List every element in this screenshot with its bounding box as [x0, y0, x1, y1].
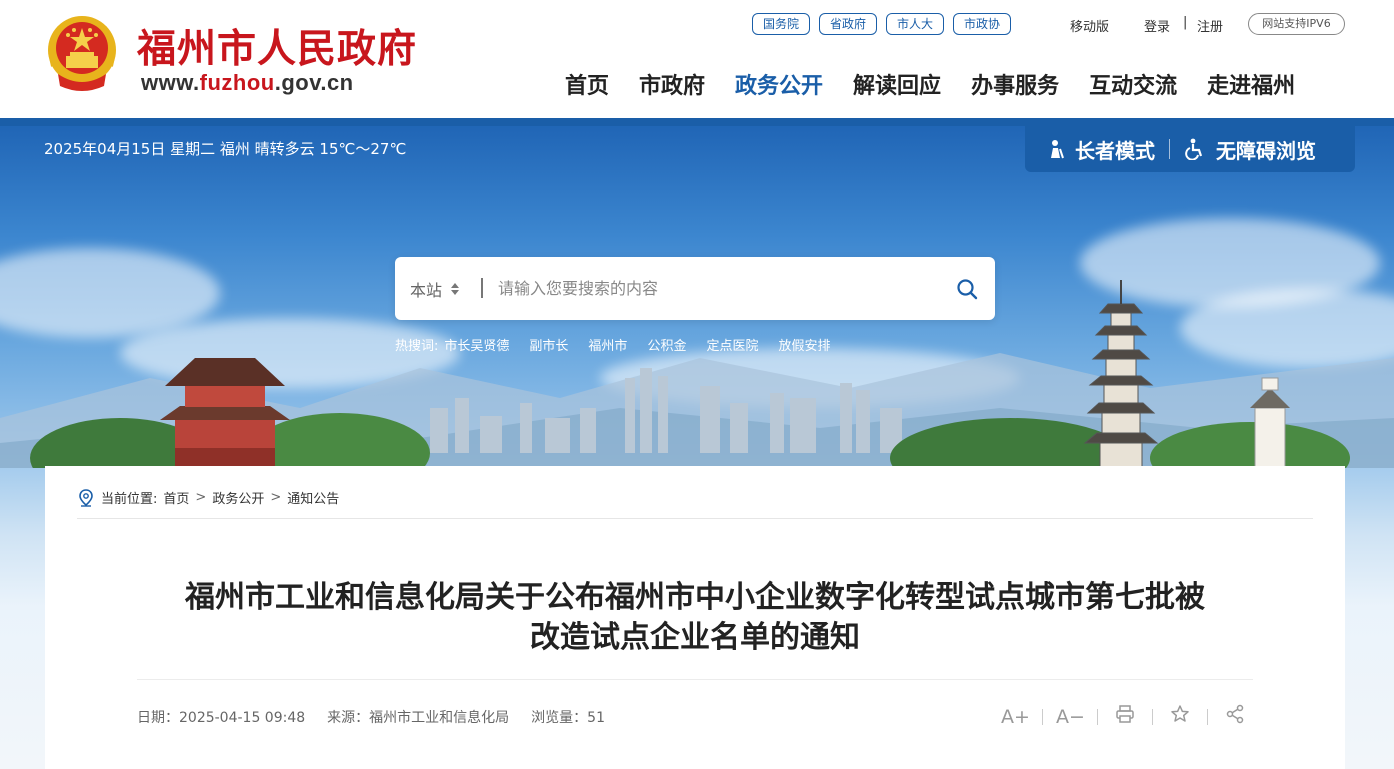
- tool-separator: [1097, 708, 1098, 725]
- tool-separator: [1152, 708, 1153, 725]
- article-meta: 日期：2025-04-15 09:48 来源：福州市工业和信息化局 浏览量：51: [137, 707, 605, 727]
- breadcrumb-notices[interactable]: 通知公告: [287, 488, 339, 507]
- top-links: 国务院 省政府 市人大 市政协: [752, 13, 1012, 35]
- article-card: 当前位置: 首页 > 政务公开 > 通知公告 福州市工业和信息化局关于公布福州市…: [45, 466, 1345, 769]
- main-nav: 首页 市政府 政务公开 解读回应 办事服务 互动交流 走进福州: [565, 68, 1295, 100]
- article-source: 来源：福州市工业和信息化局: [327, 710, 510, 726]
- tool-separator: [1042, 708, 1043, 725]
- elder-mode-label: 长者模式: [1075, 138, 1155, 163]
- nav-about-fuzhou[interactable]: 走进福州: [1207, 68, 1295, 100]
- site-name: 福州市人民政府: [137, 26, 418, 72]
- article-title: 福州市工业和信息化局关于公布福州市中小企业数字化转型试点城市第七批被 改造试点企…: [125, 578, 1265, 658]
- breadcrumb-label: 当前位置:: [101, 492, 158, 507]
- link-provincial-gov[interactable]: 省政府: [819, 13, 878, 35]
- wheelchair-icon: [1185, 138, 1203, 160]
- date-weather: 2025年04月15日 星期二 福州 晴转多云 15℃～27℃: [44, 140, 407, 158]
- accessibility-bar: 长者模式 无障碍浏览: [1025, 126, 1355, 172]
- article-date: 日期：2025-04-15 09:48: [137, 710, 306, 726]
- link-city-congress[interactable]: 市人大: [886, 13, 945, 35]
- hero-banner: 2025年04月15日 星期二 福州 晴转多云 15℃～27℃ 长者模式 无障碍…: [0, 118, 1394, 769]
- url-suffix: .gov.cn: [274, 70, 354, 95]
- url-prefix: www.: [141, 70, 200, 95]
- article-title-line2: 改造试点企业名单的通知: [530, 620, 860, 655]
- access-separator: [1169, 139, 1170, 159]
- url-brand: fuzhou: [199, 70, 275, 95]
- link-state-council[interactable]: 国务院: [752, 13, 811, 35]
- ipv6-badge: 网站支持IPV6: [1248, 13, 1345, 35]
- login-separator: |: [1183, 15, 1188, 30]
- nav-home[interactable]: 首页: [565, 68, 609, 100]
- site-header: 福州市人民政府 www.fuzhou.gov.cn 国务院 省政府 市人大 市政…: [0, 0, 1394, 118]
- login-link[interactable]: 登录: [1144, 16, 1170, 35]
- nav-gov-affairs[interactable]: 政务公开: [735, 68, 823, 100]
- breadcrumb-separator: >: [195, 490, 207, 505]
- accessible-browse-button[interactable]: 无障碍浏览: [1184, 135, 1316, 164]
- national-emblem-icon: [48, 16, 116, 91]
- share-icon: [1226, 704, 1244, 724]
- link-city-cppcc[interactable]: 市政协: [953, 13, 1012, 35]
- nav-services[interactable]: 办事服务: [971, 68, 1059, 100]
- breadcrumb-gov-affairs[interactable]: 政务公开: [212, 488, 264, 507]
- breadcrumb-home[interactable]: 首页: [163, 488, 189, 507]
- accessible-browse-label: 无障碍浏览: [1216, 138, 1316, 163]
- meta-divider: [137, 679, 1253, 680]
- article-tools: A+ A−: [1001, 704, 1249, 729]
- location-pin-icon: [79, 488, 93, 507]
- elder-icon: [1051, 140, 1064, 159]
- breadcrumb: 当前位置: 首页 > 政务公开 > 通知公告: [77, 488, 339, 507]
- breadcrumb-separator: >: [270, 490, 282, 505]
- nav-city-gov[interactable]: 市政府: [639, 68, 705, 100]
- tool-separator: [1207, 708, 1208, 725]
- article-title-line1: 福州市工业和信息化局关于公布福州市中小企业数字化转型试点城市第七批被: [185, 580, 1205, 615]
- font-increase-button[interactable]: A+: [1001, 706, 1030, 728]
- register-link[interactable]: 注册: [1197, 16, 1223, 35]
- font-decrease-button[interactable]: A−: [1056, 706, 1085, 728]
- nav-interaction[interactable]: 互动交流: [1089, 68, 1177, 100]
- article-views: 浏览量：51: [531, 710, 605, 726]
- elder-mode-button[interactable]: 长者模式: [1045, 135, 1155, 164]
- nav-interpretation[interactable]: 解读回应: [853, 68, 941, 100]
- favorite-button[interactable]: [1166, 704, 1194, 729]
- site-url: www.fuzhou.gov.cn: [141, 70, 354, 96]
- breadcrumb-divider: [77, 518, 1313, 519]
- share-button[interactable]: [1221, 704, 1249, 729]
- star-icon: [1171, 705, 1189, 722]
- city-skyline-illustration: [0, 280, 1394, 468]
- printer-icon: [1116, 705, 1134, 723]
- banner-top-strip: [0, 118, 1394, 126]
- mobile-version-link[interactable]: 移动版: [1070, 16, 1109, 35]
- print-button[interactable]: [1111, 704, 1139, 729]
